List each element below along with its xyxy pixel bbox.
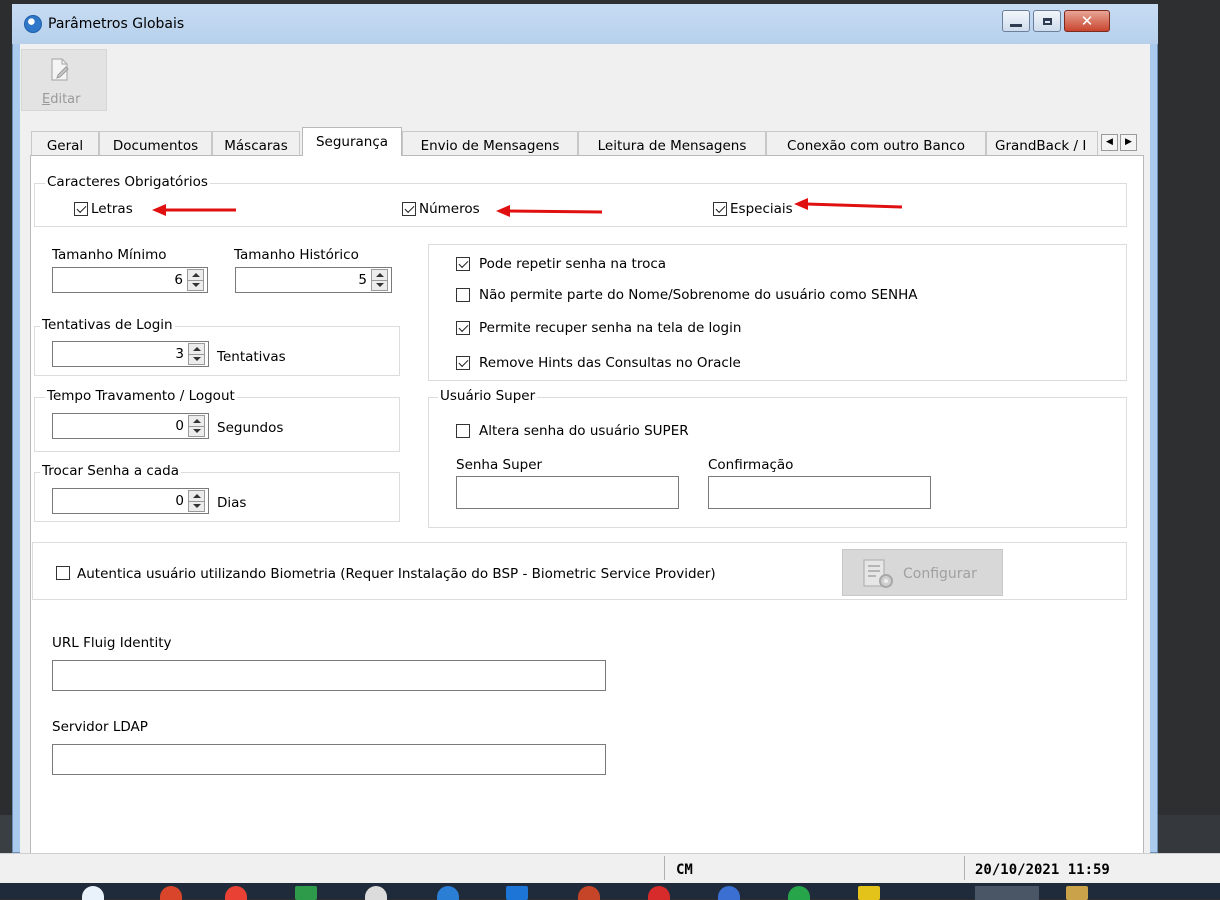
especiais-label: Especiais — [730, 201, 793, 217]
tab-scroll-left-button[interactable]: ◀ — [1101, 134, 1118, 151]
status-datetime: 20/10/2021 11:59 — [975, 862, 1110, 878]
tamanho-minimo-spinner[interactable] — [187, 269, 204, 291]
taskbar-app-icon[interactable] — [858, 886, 880, 900]
altera-senha-super-label: Altera senha do usuário SUPER — [479, 423, 689, 439]
tab-scroll-right-button[interactable]: ▶ — [1120, 134, 1137, 151]
tentativas-login-spinner[interactable] — [188, 343, 205, 365]
configure-settings-icon — [863, 559, 893, 588]
numeros-label: Números — [419, 201, 480, 217]
segundos-unit-label: Segundos — [217, 420, 284, 436]
confirmacao-label: Confirmação — [708, 457, 794, 473]
permite-recuperar-senha-checkbox[interactable] — [456, 321, 470, 335]
check-icon — [458, 257, 468, 268]
tamanho-historico-label: Tamanho Histórico — [234, 247, 359, 263]
maximize-button[interactable] — [1033, 10, 1061, 32]
tempo-travamento-input[interactable]: 0 — [52, 413, 209, 439]
annotation-arrow-especiais — [794, 198, 903, 210]
tab-seguranca[interactable]: Segurança — [302, 127, 402, 156]
spin-down-icon[interactable] — [189, 501, 204, 511]
nao-permite-nome-label: Não permite parte do Nome/Sobrenome do u… — [479, 287, 918, 303]
tab-leitura-de-mensagens[interactable]: Leitura de Mensagens — [578, 131, 766, 155]
tamanho-minimo-input[interactable]: 6 — [52, 267, 208, 293]
tab-documentos[interactable]: Documentos — [99, 131, 212, 155]
annotation-arrow-letras — [152, 204, 236, 216]
annotation-arrow-numeros — [496, 205, 603, 217]
edit-button-label: Editar — [42, 92, 81, 107]
tab-geral[interactable]: Geral — [31, 131, 99, 155]
senha-super-input[interactable] — [456, 476, 679, 509]
check-icon — [76, 202, 86, 213]
trocar-senha-spinner[interactable] — [188, 490, 205, 512]
especiais-checkbox[interactable] — [713, 202, 727, 216]
app-globe-icon — [24, 15, 42, 33]
remove-hints-label: Remove Hints das Consultas no Oracle — [479, 355, 741, 371]
trocar-senha-input[interactable]: 0 — [52, 488, 209, 514]
status-separator — [964, 856, 965, 880]
tab-grandback[interactable]: GrandBack / I — [986, 131, 1098, 155]
check-icon — [715, 202, 725, 213]
usuario-super-legend: Usuário Super — [438, 388, 538, 404]
remove-hints-checkbox[interactable] — [456, 356, 470, 370]
biometria-checkbox[interactable] — [56, 566, 70, 580]
window-title: Parâmetros Globais — [48, 16, 185, 32]
minimize-icon — [1010, 23, 1022, 27]
servidor-ldap-label: Servidor LDAP — [52, 719, 148, 735]
edit-document-icon — [51, 58, 69, 81]
permite-recuperar-senha-label: Permite recuper senha na tela de login — [479, 320, 742, 336]
desktop-background-right-lower — [1158, 815, 1220, 853]
altera-senha-super-checkbox[interactable] — [456, 424, 470, 438]
check-icon — [404, 202, 414, 213]
servidor-ldap-input[interactable] — [52, 744, 606, 775]
configurar-label: Configurar — [903, 566, 977, 582]
numeros-checkbox[interactable] — [402, 202, 416, 216]
pode-repetir-senha-checkbox[interactable] — [456, 257, 470, 271]
nao-permite-nome-checkbox[interactable] — [456, 288, 470, 302]
tempo-travamento-legend: Tempo Travamento / Logout — [45, 388, 237, 404]
confirmacao-input[interactable] — [708, 476, 931, 509]
tamanho-historico-input[interactable]: 5 — [235, 267, 392, 293]
letras-label: Letras — [91, 201, 133, 217]
tamanho-minimo-label: Tamanho Mínimo — [52, 247, 167, 263]
biometria-label: Autentica usuário utilizando Biometria (… — [77, 566, 716, 582]
senha-super-label: Senha Super — [456, 457, 543, 473]
pode-repetir-senha-label: Pode repetir senha na troca — [479, 256, 667, 272]
close-icon: ✕ — [1080, 11, 1094, 30]
spin-down-icon[interactable] — [189, 426, 204, 436]
tentativas-login-input[interactable]: 3 — [52, 341, 209, 367]
tempo-travamento-spinner[interactable] — [188, 415, 205, 437]
desktop-background-left-lower — [0, 815, 12, 853]
maximize-icon — [1042, 17, 1052, 25]
required-characters-legend: Caracteres Obrigatórios — [45, 174, 210, 190]
status-separator — [664, 856, 665, 880]
desktop-background-left — [0, 0, 12, 853]
tamanho-historico-spinner[interactable] — [371, 269, 388, 291]
tab-mascaras[interactable]: Máscaras — [212, 131, 300, 155]
check-icon — [458, 321, 468, 332]
minimize-button[interactable] — [1002, 10, 1030, 32]
taskbar-active-app[interactable] — [975, 886, 1039, 900]
tentativas-login-legend: Tentativas de Login — [40, 317, 175, 333]
check-icon — [458, 356, 468, 367]
tentativas-unit-label: Tentativas — [217, 349, 286, 365]
tab-envio-de-mensagens[interactable]: Envio de Mensagens — [402, 131, 578, 155]
trocar-senha-legend: Trocar Senha a cada — [40, 463, 181, 479]
spin-down-icon[interactable] — [189, 354, 204, 364]
tab-conexao-com-outro-banco[interactable]: Conexão com outro Banco — [766, 131, 986, 155]
status-company: CM — [676, 862, 693, 878]
taskbar-app-icon[interactable] — [1066, 886, 1088, 900]
taskbar-app-icon[interactable] — [295, 886, 317, 900]
letras-checkbox[interactable] — [74, 202, 88, 216]
close-button[interactable]: ✕ — [1064, 10, 1110, 32]
dias-unit-label: Dias — [217, 495, 247, 511]
fluig-identity-input[interactable] — [52, 660, 606, 691]
spin-down-icon[interactable] — [372, 280, 387, 290]
spin-down-icon[interactable] — [188, 280, 203, 290]
taskbar-app-icon[interactable] — [506, 886, 528, 900]
fluig-identity-label: URL Fluig Identity — [52, 635, 172, 651]
